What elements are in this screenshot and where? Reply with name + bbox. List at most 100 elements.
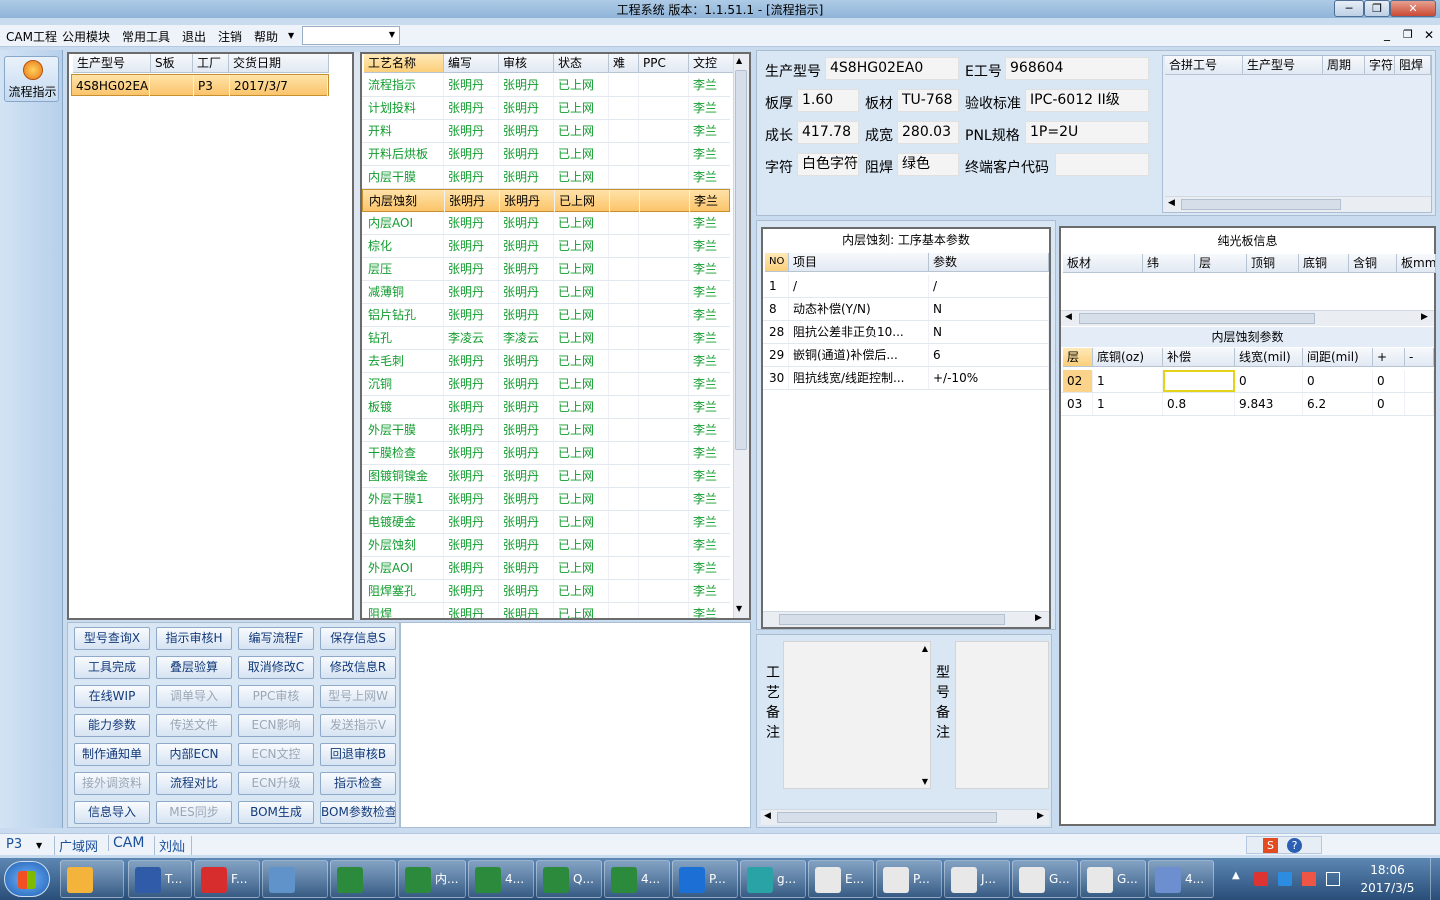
action-button[interactable]: 叠层验算 [156, 656, 232, 679]
taskbar-app[interactable] [262, 860, 328, 898]
ime-bar[interactable]: S ? [1246, 836, 1322, 854]
table-row[interactable]: 1// [763, 275, 1049, 298]
action-button[interactable]: 修改信息R [320, 656, 396, 679]
menu-chevron-icon[interactable]: ▼ [288, 31, 294, 40]
table-row[interactable]: 内层蚀刻 张明丹 张明丹 已上网 李兰 [362, 189, 736, 212]
params-header-value[interactable]: 参数 [929, 253, 1049, 272]
params-header-item[interactable]: 项目 [789, 253, 929, 272]
table-row[interactable]: 电镀硬金 张明丹 张明丹 已上网 李兰 [362, 511, 735, 534]
process-header-1[interactable]: 编写 [444, 54, 499, 73]
action-button[interactable]: 编写流程F [238, 627, 314, 650]
plant-select[interactable]: P3 [6, 837, 22, 852]
etch-header-4[interactable]: 间距(mil) [1303, 348, 1373, 367]
action-button[interactable]: 调单导入 [156, 685, 232, 708]
scroll-thumb[interactable] [779, 614, 1005, 625]
etch-header-5[interactable]: + [1373, 348, 1405, 367]
etch-header-0[interactable]: 层 [1063, 348, 1093, 367]
action-button[interactable]: 发送指示V [320, 714, 396, 737]
maximize-button[interactable]: ❐ [1364, 0, 1390, 17]
scroll-right-icon[interactable]: ▶ [1421, 312, 1428, 322]
menu-public[interactable]: 公用模块 [62, 28, 110, 45]
process-header-4[interactable]: 难 [609, 54, 639, 73]
table-row[interactable]: 减薄铜 张明丹 张明丹 已上网 李兰 [362, 281, 735, 304]
action-button[interactable]: 指示审核H [156, 627, 232, 650]
action-button[interactable]: 回退审核B [320, 743, 396, 766]
show-desktop-button[interactable] [1430, 858, 1440, 900]
orders-header-model[interactable]: 生产型号 [73, 54, 151, 73]
action-button[interactable]: 型号查询X [74, 627, 150, 650]
action-button[interactable]: ECN影响 [238, 714, 314, 737]
taskbar-app[interactable]: 内... [398, 860, 466, 898]
pure-header-0[interactable]: 板材 [1063, 254, 1143, 273]
compensation-input[interactable] [1163, 370, 1235, 392]
taskbar-app[interactable]: 4... [604, 860, 670, 898]
action-button[interactable]: ECN文控 [238, 743, 314, 766]
table-row[interactable]: 外层AOI 张明丹 张明丹 已上网 李兰 [362, 557, 735, 580]
sogou-icon[interactable]: S [1263, 838, 1278, 853]
taskbar-app[interactable]: T... [128, 860, 192, 898]
action-button[interactable]: BOM参数检查 [320, 801, 396, 824]
wid-field[interactable]: 280.03 [897, 121, 959, 144]
start-button[interactable] [4, 861, 50, 897]
params-hscroll[interactable]: ▶ [763, 611, 1049, 627]
merge-hscroll[interactable]: ◀ [1165, 196, 1431, 212]
process-header-0[interactable]: 工艺名称 [364, 54, 444, 73]
material-field[interactable]: TU-768 [897, 89, 959, 112]
taskbar-app[interactable]: P... [672, 860, 738, 898]
table-row[interactable]: 阻焊塞孔 张明丹 张明丹 已上网 李兰 [362, 580, 735, 603]
notes-hscroll[interactable]: ◀ ▶ [761, 809, 1049, 825]
merge-header-char[interactable]: 字符 [1365, 56, 1395, 75]
action-button[interactable]: 型号上网W [320, 685, 396, 708]
menu-tools[interactable]: 常用工具 [122, 28, 170, 45]
scroll-left-icon[interactable]: ◀ [764, 811, 771, 821]
model-field[interactable]: 4S8HG02EA0 [825, 57, 959, 80]
table-row[interactable]: 02 1 0 0 0 [1061, 370, 1434, 393]
action-button[interactable]: 制作通知单 [74, 743, 150, 766]
table-row[interactable]: 干膜检查 张明丹 张明丹 已上网 李兰 [362, 442, 735, 465]
action-button[interactable]: PPC审核 [238, 685, 314, 708]
scroll-thumb[interactable] [777, 812, 997, 823]
pure-header-5[interactable]: 含铜 [1349, 254, 1397, 273]
action-button[interactable]: 信息导入 [74, 801, 150, 824]
etch-header-3[interactable]: 线宽(mil) [1235, 348, 1303, 367]
thick-field[interactable]: 1.60 [797, 89, 859, 112]
taskbar-app[interactable]: F... [194, 860, 260, 898]
taskbar-app[interactable]: J... [944, 860, 1010, 898]
action-button[interactable]: ECN升级 [238, 772, 314, 795]
taskbar-app[interactable]: 4... [468, 860, 534, 898]
pure-header-6[interactable]: 板mm [1397, 254, 1436, 273]
scroll-thumb[interactable] [1181, 199, 1341, 210]
taskbar-app[interactable]: P... [876, 860, 942, 898]
scroll-down-icon[interactable]: ▼ [736, 604, 742, 613]
pure-header-4[interactable]: 底铜 [1299, 254, 1349, 273]
etch-header-2[interactable]: 补偿 [1163, 348, 1235, 367]
table-row[interactable]: 外层干膜 张明丹 张明丹 已上网 李兰 [362, 419, 735, 442]
tray-app-icon[interactable] [1278, 872, 1292, 886]
toolbar-combo[interactable]: ▼ [302, 26, 400, 45]
mdi-close-button[interactable]: ✕ [1424, 28, 1434, 42]
taskbar-app-shell[interactable] [60, 860, 124, 898]
menu-cam[interactable]: CAM工程 [6, 28, 57, 45]
merge-header-job[interactable]: 合拼工号 [1165, 56, 1243, 75]
taskbar-app[interactable]: g... [740, 860, 806, 898]
params-header-no[interactable]: NO [765, 253, 789, 272]
action-button[interactable]: 工具完成 [74, 656, 150, 679]
action-button[interactable]: 能力参数 [74, 714, 150, 737]
taskbar-app[interactable] [330, 860, 396, 898]
table-row[interactable]: 29 嵌铜(通道)补偿后... 6 [763, 344, 1049, 367]
table-row[interactable]: 板镀 张明丹 张明丹 已上网 李兰 [362, 396, 735, 419]
menu-exit[interactable]: 退出 [182, 28, 206, 45]
table-row[interactable]: 钻孔 李凌云 李凌云 已上网 李兰 [362, 327, 735, 350]
table-row[interactable]: 去毛刺 张明丹 张明丹 已上网 李兰 [362, 350, 735, 373]
merge-header-cycle[interactable]: 周期 [1323, 56, 1365, 75]
tray-pdf-icon[interactable] [1302, 872, 1316, 886]
table-row[interactable]: 4S8HG02EA0 P3 2017/3/7 [71, 74, 329, 97]
action-button[interactable]: MES同步 [156, 801, 232, 824]
mask-field[interactable]: 绿色 [897, 153, 959, 176]
table-row[interactable]: 内层AOI 张明丹 张明丹 已上网 李兰 [362, 212, 735, 235]
table-row[interactable]: 03 1 0.8 9.843 6.2 0 [1061, 393, 1434, 416]
pure-header-3[interactable]: 顶铜 [1247, 254, 1299, 273]
table-row[interactable]: 开料 张明丹 张明丹 已上网 李兰 [362, 120, 735, 143]
e-field[interactable]: 968604 [1005, 57, 1149, 80]
table-row[interactable]: 铝片钻孔 张明丹 张明丹 已上网 李兰 [362, 304, 735, 327]
